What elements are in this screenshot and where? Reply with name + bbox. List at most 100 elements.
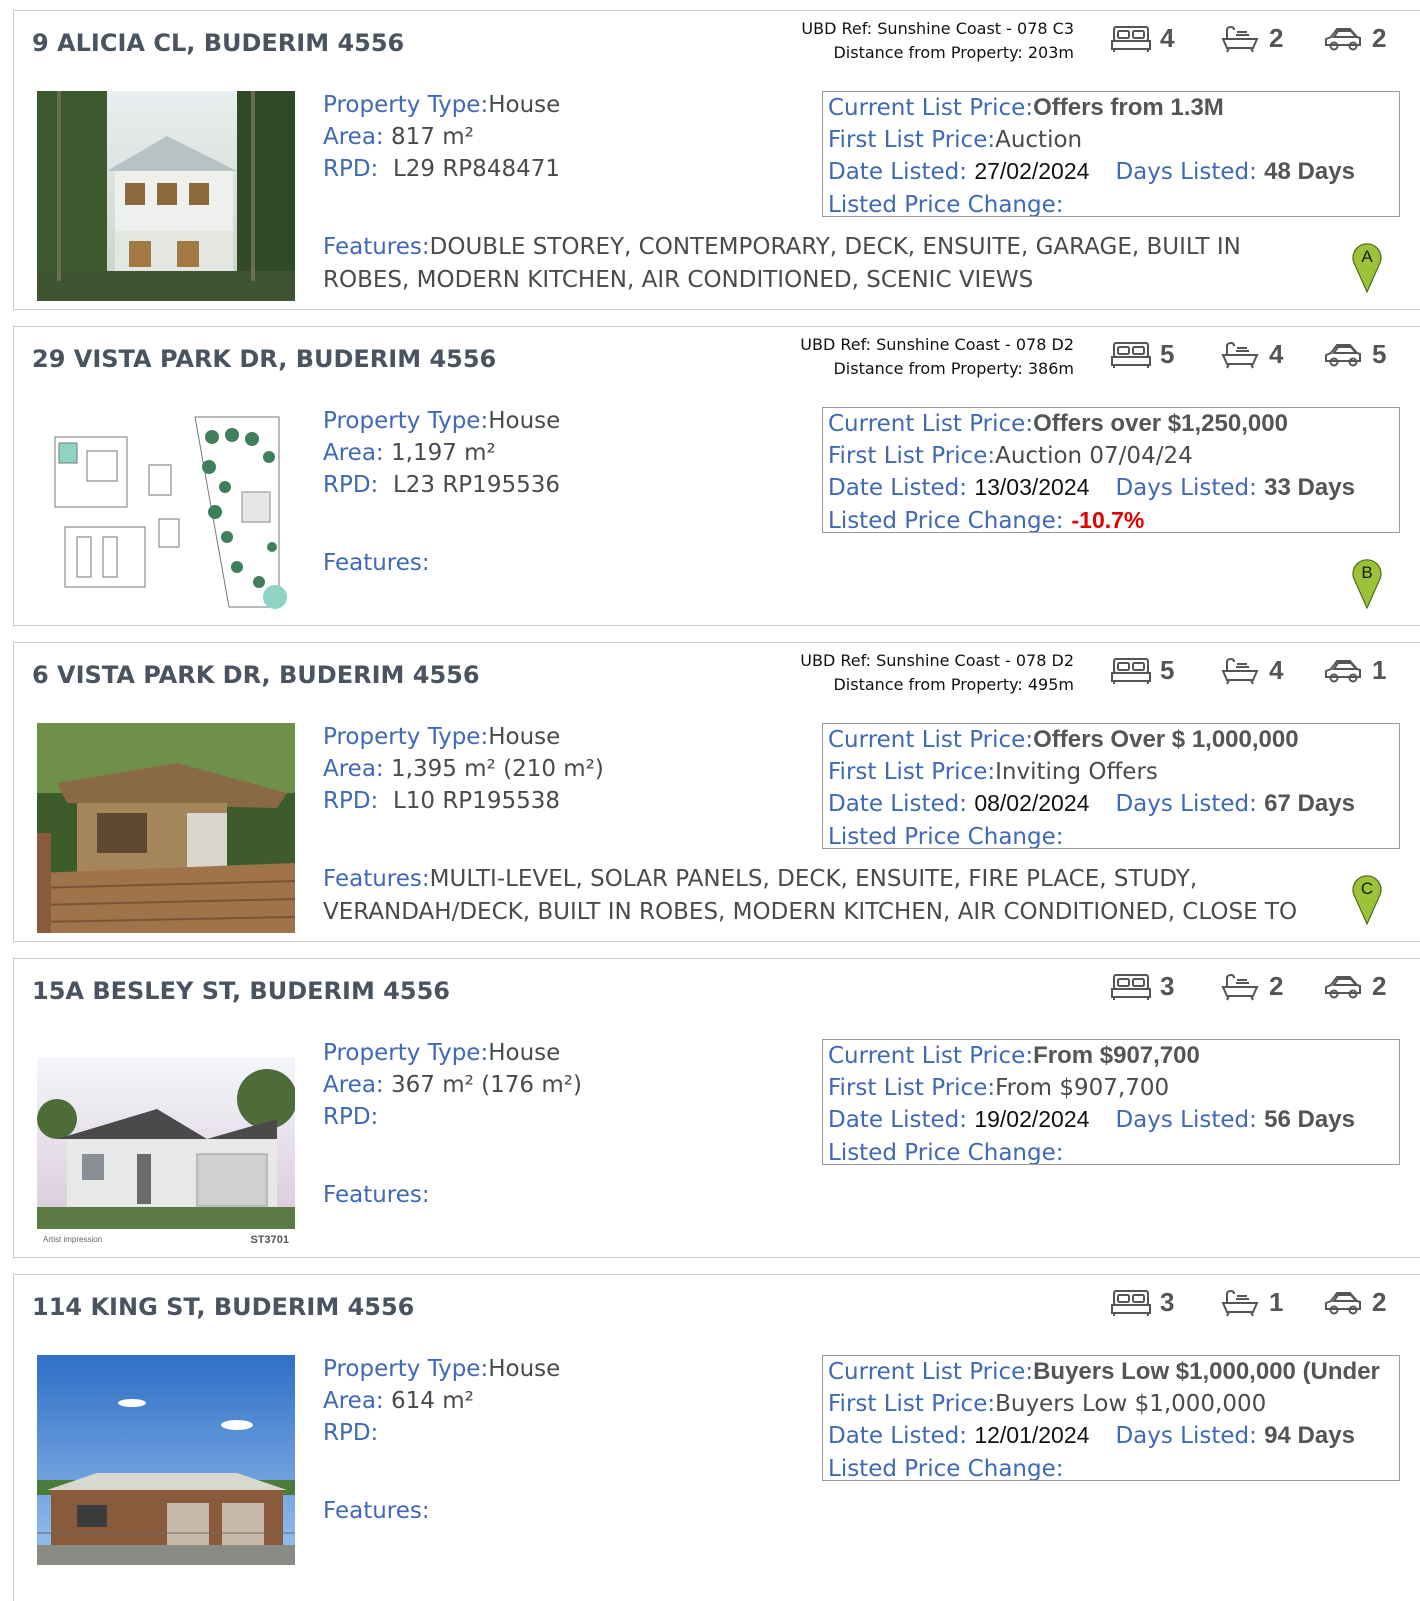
property-info: Property Type:House Area: 367 m² (176 m²…: [323, 1037, 582, 1133]
area-value: 1,197 m²: [391, 440, 496, 466]
date-listed-label: Date Listed:: [828, 1107, 967, 1133]
property-photo[interactable]: [37, 723, 295, 933]
features-value: DOUBLE STOREY, CONTEMPORARY, DECK, ENSUI…: [323, 234, 1241, 293]
area-label: Area:: [323, 124, 384, 150]
features-list: Features:MULTI-LEVEL, SOLAR PANELS, DECK…: [323, 863, 1313, 929]
listing-card[interactable]: 29 VISTA PARK DR, BUDERIM 4556 UBD Ref: …: [13, 326, 1420, 626]
map-pin-letter: B: [1361, 563, 1372, 582]
bed-icon: [1110, 1288, 1152, 1318]
rpd-label: RPD:: [323, 788, 379, 814]
bath-icon: [1219, 1288, 1261, 1318]
property-type-label: Property Type:: [323, 408, 489, 434]
bed-icon: [1110, 972, 1152, 1002]
bath-count: 1: [1269, 1287, 1284, 1317]
listing-card[interactable]: 9 ALICIA CL, BUDERIM 4556 UBD Ref: Sunsh…: [13, 10, 1420, 310]
rpd-label: RPD:: [323, 1420, 379, 1446]
features-list: Features:: [323, 1495, 1313, 1528]
car-count: 2: [1372, 971, 1387, 1001]
car-spaces: 5: [1322, 339, 1386, 370]
distance-text: Distance from Property: 495m: [833, 675, 1074, 694]
current-price-label: Current List Price:: [828, 1359, 1034, 1385]
bath-icon: [1219, 24, 1261, 54]
bathrooms: 1: [1219, 1287, 1283, 1318]
days-listed-value: 67 Days: [1264, 790, 1355, 817]
property-type-value: House: [488, 1356, 561, 1382]
property-info: Property Type:House Area: 614 m² RPD:: [323, 1353, 560, 1449]
days-listed-value: 56 Days: [1264, 1106, 1355, 1133]
days-listed-value: 94 Days: [1264, 1422, 1355, 1449]
ubd-reference: UBD Ref: Sunshine Coast - 078 C3 Distanc…: [801, 17, 1074, 65]
bed-count: 5: [1160, 339, 1175, 369]
bed-icon: [1110, 340, 1152, 370]
rpd-label: RPD:: [323, 1104, 379, 1130]
rpd-label: RPD:: [323, 472, 379, 498]
property-type-value: House: [488, 724, 561, 750]
first-price-value: Buyers Low $1,000,000: [995, 1390, 1267, 1417]
property-type-value: House: [488, 408, 561, 434]
listing-address[interactable]: 114 KING ST, BUDERIM 4556: [32, 1293, 414, 1321]
ubd-ref-text: UBD Ref: Sunshine Coast - 078 D2: [800, 651, 1074, 670]
bath-count: 2: [1269, 23, 1284, 53]
bath-count: 4: [1269, 655, 1284, 685]
photo-caption-right: ST3701: [250, 1234, 289, 1246]
first-price-label: First List Price:: [828, 442, 996, 469]
bed-icon: [1110, 24, 1152, 54]
current-price-label: Current List Price:: [828, 411, 1034, 437]
bedrooms: 3: [1110, 1287, 1174, 1318]
days-listed-value: 33 Days: [1264, 474, 1355, 501]
listing-card[interactable]: 15A BESLEY ST, BUDERIM 4556 3 2 2 Artist…: [13, 958, 1420, 1258]
bath-count: 2: [1269, 971, 1284, 1001]
price-change-label: Listed Price Change:: [828, 191, 1064, 217]
date-listed-label: Date Listed:: [828, 1423, 967, 1449]
date-listed-value: 27/02/2024: [974, 158, 1090, 184]
listing-address[interactable]: 15A BESLEY ST, BUDERIM 4556: [32, 977, 450, 1005]
current-price-value: From $907,700: [1033, 1042, 1200, 1069]
bath-icon: [1219, 972, 1261, 1002]
car-count: 1: [1372, 655, 1387, 685]
car-count: 2: [1372, 1287, 1387, 1317]
ubd-ref-text: UBD Ref: Sunshine Coast - 078 C3: [801, 19, 1074, 38]
features-value: MULTI-LEVEL, SOLAR PANELS, DECK, ENSUITE…: [323, 866, 1298, 925]
ubd-reference: UBD Ref: Sunshine Coast - 078 D2 Distanc…: [800, 649, 1074, 697]
listing-card[interactable]: 114 KING ST, BUDERIM 4556 3 1 2 Property…: [13, 1274, 1420, 1601]
property-type-value: House: [488, 92, 561, 118]
map-pin-letter: A: [1361, 247, 1373, 266]
area-value: 817 m²: [391, 124, 474, 150]
date-listed-label: Date Listed:: [828, 475, 967, 501]
bathrooms: 4: [1219, 339, 1283, 370]
map-pin-icon[interactable]: B: [1352, 555, 1382, 613]
area-label: Area:: [323, 1388, 384, 1414]
car-icon: [1322, 656, 1364, 686]
listing-address[interactable]: 9 ALICIA CL, BUDERIM 4556: [32, 29, 404, 57]
property-photo[interactable]: Artist impression ST3701: [37, 1039, 295, 1249]
features-list: Features:: [323, 547, 1313, 580]
listing-address[interactable]: 6 VISTA PARK DR, BUDERIM 4556: [32, 661, 480, 689]
car-spaces: 2: [1322, 971, 1386, 1002]
days-listed-label: Days Listed:: [1115, 1423, 1257, 1449]
property-photo[interactable]: [37, 407, 295, 617]
price-change-label: Listed Price Change:: [828, 823, 1064, 849]
map-pin-icon[interactable]: A: [1352, 239, 1382, 297]
bed-icon: [1110, 656, 1152, 686]
listing-card[interactable]: 6 VISTA PARK DR, BUDERIM 4556 UBD Ref: S…: [13, 642, 1420, 942]
features-label: Features:: [323, 1182, 430, 1208]
property-photo[interactable]: [37, 91, 295, 301]
area-label: Area:: [323, 756, 384, 782]
days-listed-value: 48 Days: [1264, 158, 1355, 185]
price-box: Current List Price:Offers over $1,250,00…: [822, 407, 1400, 533]
features-label: Features:: [323, 1498, 430, 1524]
listing-address[interactable]: 29 VISTA PARK DR, BUDERIM 4556: [32, 345, 496, 373]
area-label: Area:: [323, 1072, 384, 1098]
property-type-label: Property Type:: [323, 724, 489, 750]
property-photo[interactable]: [37, 1355, 295, 1565]
date-listed-label: Date Listed:: [828, 159, 967, 185]
bedrooms: 5: [1110, 655, 1174, 686]
days-listed-label: Days Listed:: [1115, 475, 1257, 501]
rpd-value: L29 RP848471: [392, 156, 560, 182]
bedrooms: 5: [1110, 339, 1174, 370]
car-spaces: 2: [1322, 23, 1386, 54]
bed-count: 3: [1160, 971, 1175, 1001]
price-change-label: Listed Price Change:: [828, 1455, 1064, 1481]
map-pin-icon[interactable]: C: [1352, 871, 1382, 929]
features-list: Features:DOUBLE STOREY, CONTEMPORARY, DE…: [323, 231, 1313, 297]
